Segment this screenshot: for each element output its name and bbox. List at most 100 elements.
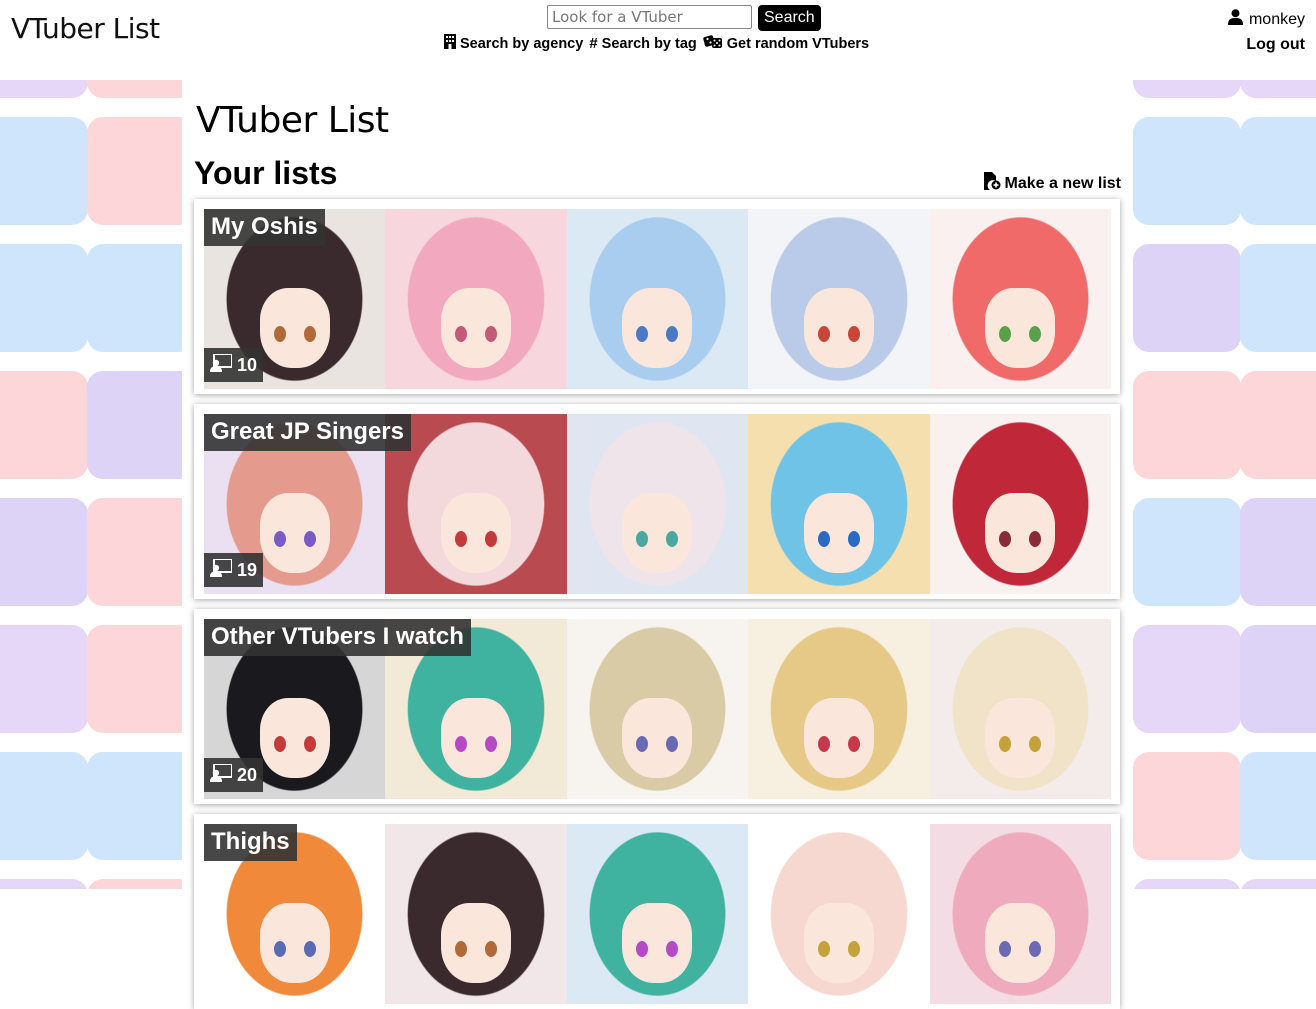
vtuber-thumbnail xyxy=(748,824,930,1004)
thumbnail-eye xyxy=(847,531,860,548)
nav-search-by-agency[interactable]: Search by agency xyxy=(444,34,583,53)
thumbnail-face xyxy=(622,288,693,369)
thumbnail-face xyxy=(803,698,874,779)
background-tile xyxy=(0,244,88,352)
thumbnail-face xyxy=(441,903,512,984)
vtuber-thumbnail xyxy=(748,414,930,594)
users-icon xyxy=(210,763,233,787)
background-tile xyxy=(0,879,88,889)
make-new-list-label: Make a new list xyxy=(1004,174,1122,192)
file-plus-icon xyxy=(983,172,1001,195)
thumbnail-eye xyxy=(303,531,316,548)
background-tile xyxy=(87,879,195,889)
search-input[interactable] xyxy=(547,5,752,29)
section-title: Your lists xyxy=(194,155,338,191)
search-button[interactable]: Search xyxy=(758,5,821,31)
dice-icon xyxy=(703,34,723,53)
thumbnail-eye xyxy=(455,531,468,548)
list-count: 20 xyxy=(237,765,258,785)
thumbnail-eye xyxy=(999,531,1012,548)
nav-search-by-tag[interactable]: # Search by tag xyxy=(589,34,696,53)
background-tile xyxy=(0,498,88,606)
thumbnail-face xyxy=(259,698,330,779)
background-tile xyxy=(0,80,88,98)
background-tile xyxy=(1133,752,1241,860)
thumbnail-eye xyxy=(666,326,679,343)
thumbnail-eye xyxy=(817,941,830,958)
thumbnail-eye xyxy=(485,531,498,548)
list-card[interactable]: Great JP Singers 19 xyxy=(194,404,1120,599)
list-card[interactable]: Other VTubers I watch 20 xyxy=(194,609,1120,804)
list-count-badge: 10 xyxy=(204,348,264,382)
list-name: Great JP Singers xyxy=(204,414,411,451)
list-card[interactable]: Thighs xyxy=(194,814,1120,1009)
background-tile xyxy=(1133,371,1241,479)
logout-link[interactable]: Log out xyxy=(1228,36,1305,54)
background-tile xyxy=(87,117,195,225)
list-thumbnails xyxy=(204,209,1111,389)
nav-random-vtubers[interactable]: Get random VTubers xyxy=(703,34,869,53)
vtuber-thumbnail xyxy=(929,619,1111,799)
thumbnail-face xyxy=(985,903,1056,984)
thumbnail-eye xyxy=(273,531,286,548)
thumbnail-eye xyxy=(485,736,498,753)
thumbnail-face xyxy=(441,698,512,779)
thumbnail-face xyxy=(441,493,512,574)
vtuber-thumbnail xyxy=(929,824,1111,1004)
top-bar: VTuber List Search Search by agency # Se… xyxy=(0,0,1316,80)
background-tile xyxy=(1133,625,1241,733)
background-tile xyxy=(1133,244,1241,352)
thumbnail-eye xyxy=(485,941,498,958)
thumbnail-eye xyxy=(273,736,286,753)
make-new-list-button[interactable]: Make a new list xyxy=(983,172,1122,195)
nav-label: Get random VTubers xyxy=(726,35,870,52)
vtuber-thumbnail xyxy=(748,619,930,799)
list-count: 10 xyxy=(237,355,258,375)
background-tile xyxy=(0,371,88,479)
background-tile xyxy=(1240,80,1316,98)
list-name: My Oshis xyxy=(204,209,325,246)
thumbnail-eye xyxy=(636,736,649,753)
search-form: Search xyxy=(547,5,821,31)
thumbnail-eye xyxy=(273,941,286,958)
site-logo[interactable]: VTuber List xyxy=(11,12,160,45)
thumbnail-eye xyxy=(999,941,1012,958)
vtuber-thumbnail xyxy=(929,209,1111,389)
username: monkey xyxy=(1248,10,1305,28)
thumbnail-eye xyxy=(1029,941,1042,958)
list-count-badge: 19 xyxy=(204,553,264,587)
thumbnail-eye xyxy=(817,736,830,753)
user-icon xyxy=(1227,9,1243,30)
thumbnail-eye xyxy=(817,531,830,548)
thumbnail-eye xyxy=(303,941,316,958)
thumbnail-eye xyxy=(1029,531,1042,548)
background-tile xyxy=(1133,80,1241,98)
list-card[interactable]: My Oshis 10 xyxy=(194,199,1120,394)
thumbnail-eye xyxy=(1029,736,1042,753)
thumbnail-eye xyxy=(1029,326,1042,343)
thumbnail-eye xyxy=(636,941,649,958)
thumbnail-eye xyxy=(485,326,498,343)
thumbnail-eye xyxy=(817,326,830,343)
vtuber-thumbnail xyxy=(566,414,749,594)
thumbnail-face xyxy=(441,288,512,369)
user-profile-link[interactable]: monkey xyxy=(1227,9,1305,30)
nav-links: Search by agency # Search by tag Get ran… xyxy=(444,34,869,53)
thumbnail-face xyxy=(259,903,330,984)
page-title: VTuber List xyxy=(196,100,389,141)
thumbnail-face xyxy=(259,493,330,574)
list-count: 19 xyxy=(237,560,258,580)
thumbnail-eye xyxy=(636,326,649,343)
list-name: Other VTubers I watch xyxy=(204,619,471,656)
thumbnail-eye xyxy=(847,326,860,343)
vtuber-thumbnail xyxy=(566,824,749,1004)
background-tile xyxy=(1133,879,1241,889)
vtuber-thumbnail xyxy=(385,414,567,594)
background-tile xyxy=(0,625,88,733)
list-count-badge: 20 xyxy=(204,758,264,792)
thumbnail-face xyxy=(803,903,874,984)
users-icon xyxy=(210,353,233,377)
background-tile xyxy=(1240,498,1316,606)
background-tile xyxy=(1240,625,1316,733)
nav-label: Search by agency xyxy=(460,35,584,52)
